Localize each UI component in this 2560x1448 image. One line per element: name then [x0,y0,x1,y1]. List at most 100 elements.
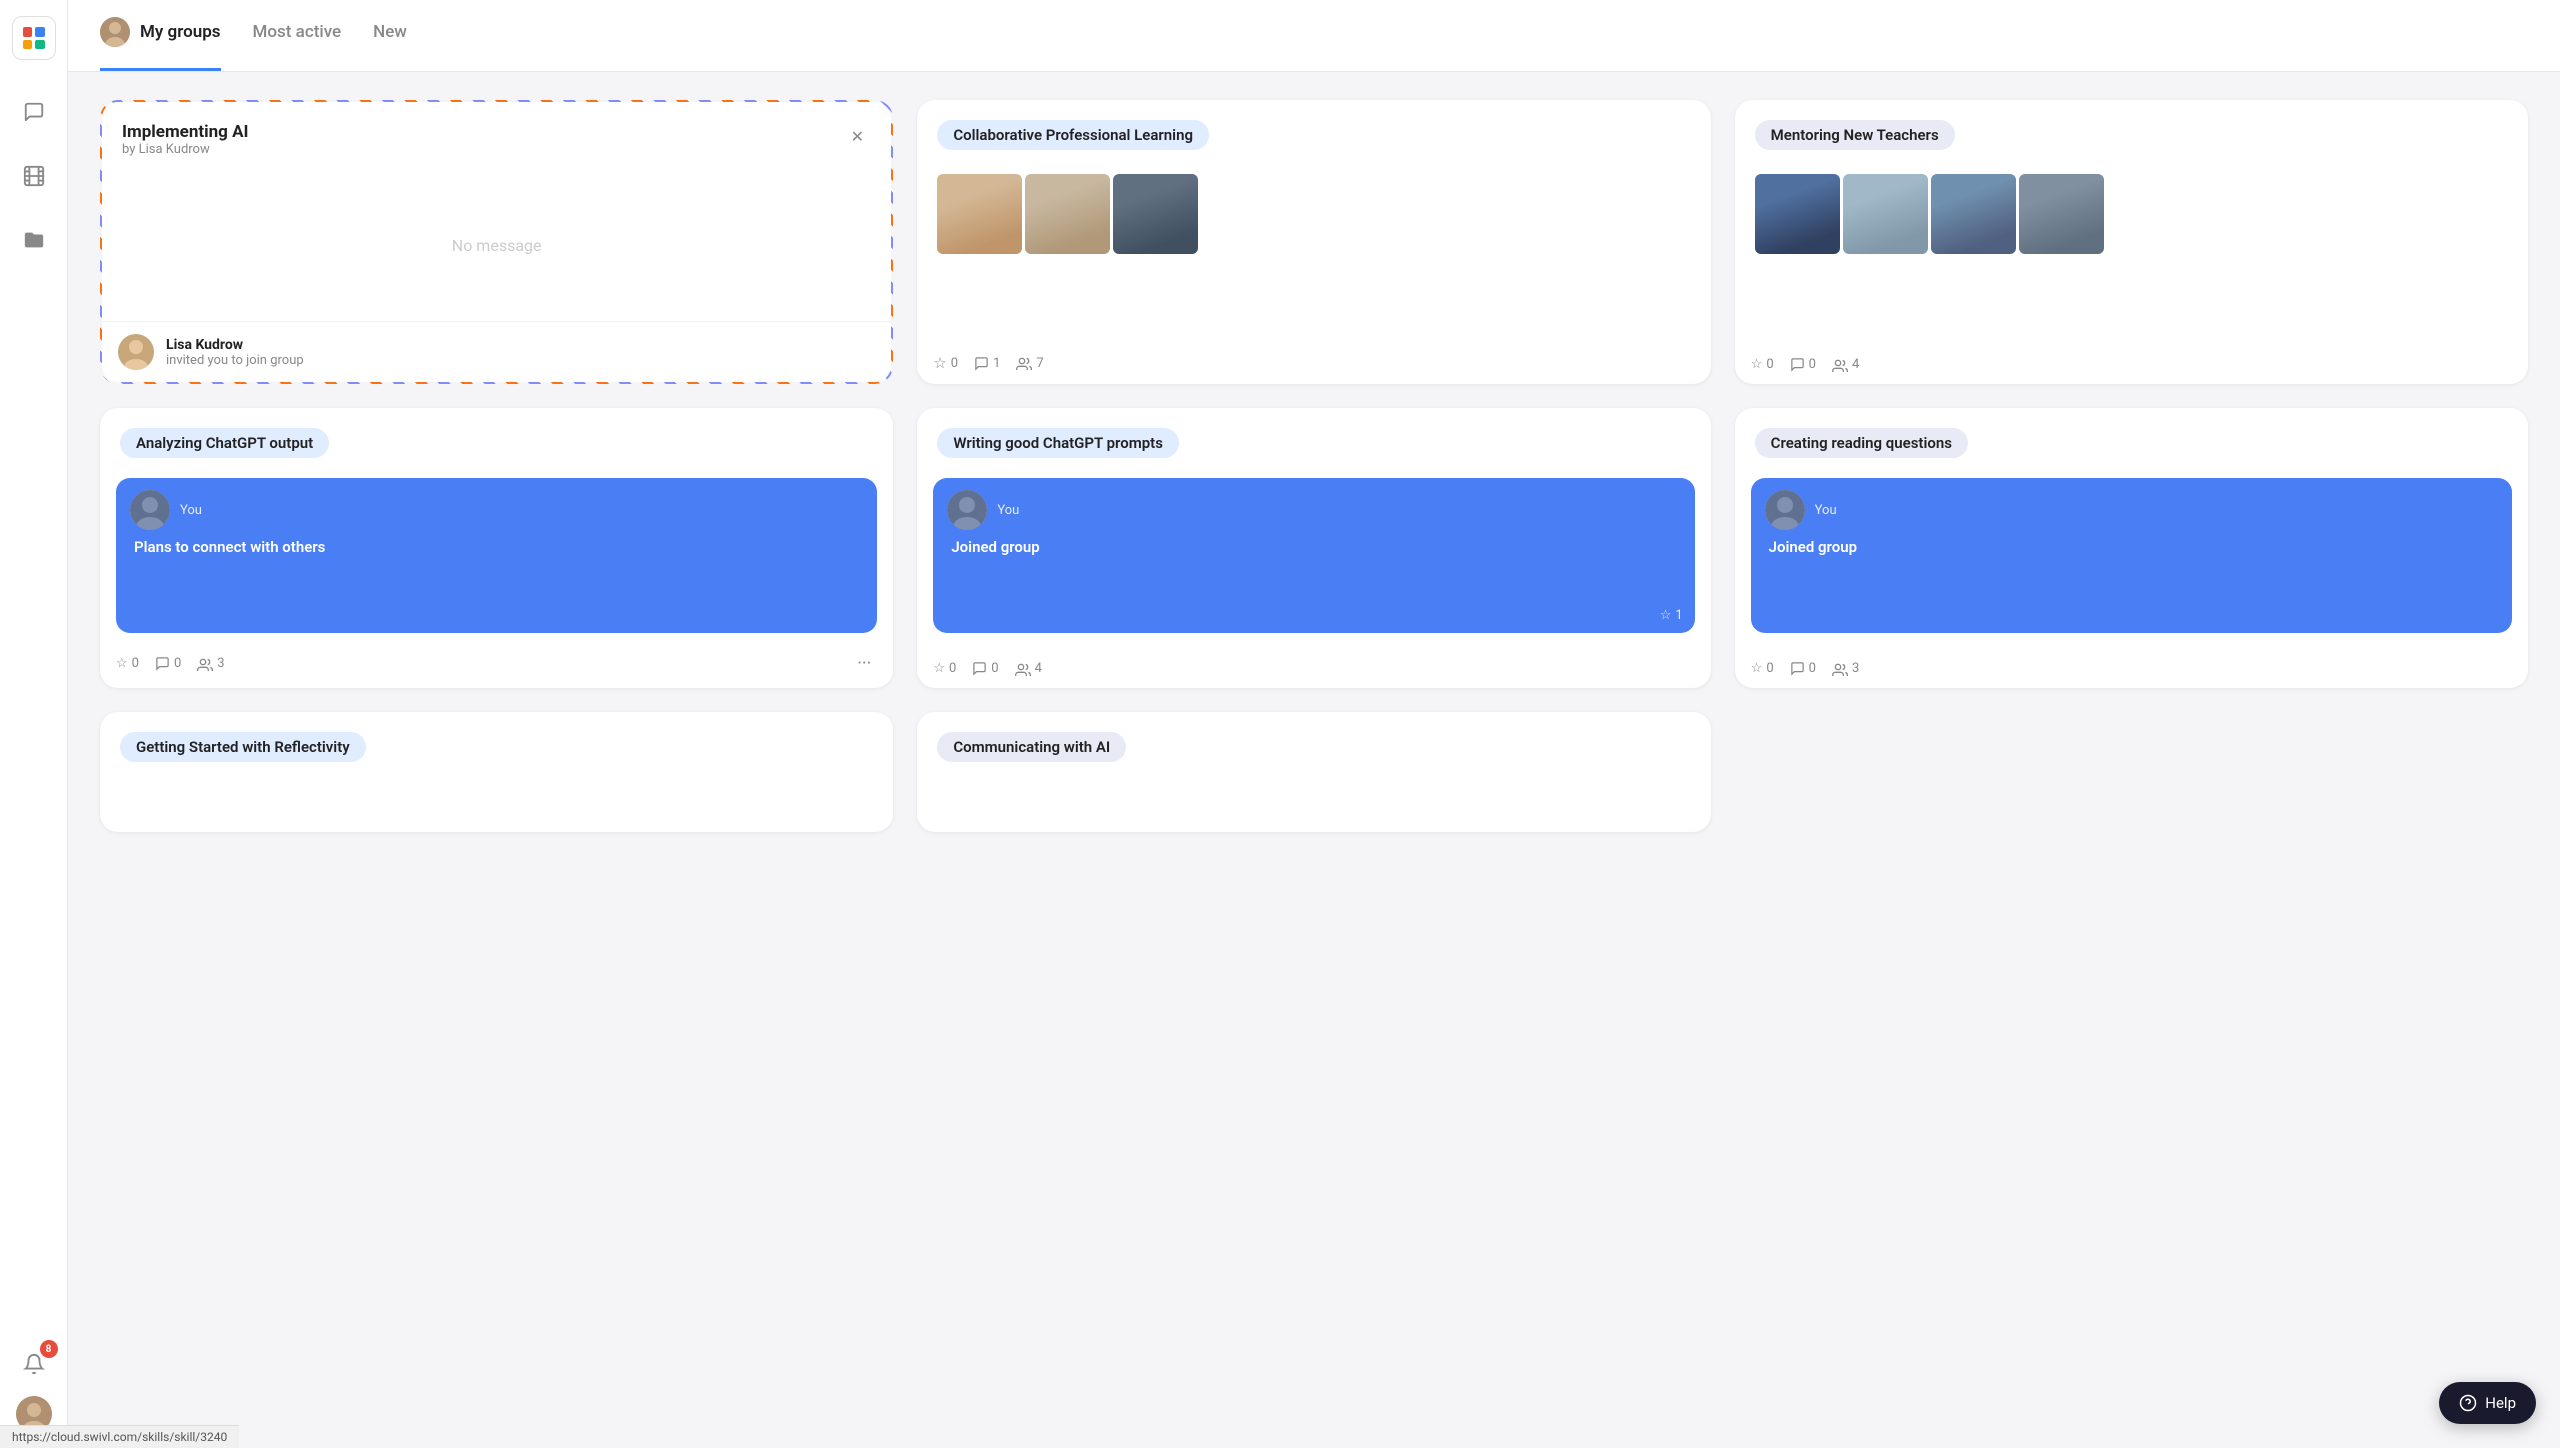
card-header-implementing-ai: Implementing AI by Lisa Kudrow ✕ [102,102,891,169]
inviter-avatar [118,334,154,370]
star-icon: ☆ [1751,661,1763,676]
card-title-badge: Writing good ChatGPT prompts [937,428,1179,458]
member-photo-1 [1755,174,1840,254]
star-stat: ☆ 0 [116,656,139,671]
comment-stat: 0 [155,656,181,671]
member-stat: 7 [1016,356,1043,371]
message-header: You [130,490,863,530]
message-avatar [947,490,987,530]
member-stat: 3 [1832,661,1859,676]
you-label: You [997,503,1019,518]
tab-my-groups[interactable]: My groups [100,0,221,71]
star-icon: ☆ [1660,608,1672,623]
star-icon: ☆ [933,661,945,676]
card-title-badge: Communicating with AI [937,732,1126,762]
comment-count: 0 [1809,357,1816,372]
message-header: You [947,490,1680,530]
notification-bell[interactable]: 8 [14,1344,54,1384]
main-content: My groups Most active New Implementing A… [68,0,2560,1448]
card-subtitle: by Lisa Kudrow [122,142,249,157]
members-photos [1735,162,2528,262]
card-header: Mentoring New Teachers [1735,100,2528,162]
star-count: 0 [949,661,956,676]
star-count: 0 [951,356,958,371]
member-count: 4 [1035,661,1042,676]
help-label: Help [2485,1394,2516,1412]
invite-footer: Lisa Kudrow invited you to join group [102,321,891,382]
star-icon: ☆ [116,656,128,671]
comment-count: 0 [991,661,998,676]
card-creating-reading-questions: Creating reading questions You [1735,408,2528,688]
card-title-badge: Analyzing ChatGPT output [120,428,329,458]
star-count: 0 [132,656,139,671]
url-bar: https://cloud.swivl.com/skills/skill/324… [0,1425,239,1448]
inviter-action: invited you to join group [166,353,304,368]
card-mentoring-new-teachers: Mentoring New Teachers ☆ 0 0 [1735,100,2528,384]
card-stats: ☆ 0 1 7 [917,346,1710,384]
star-count: 1 [1675,608,1682,623]
star-count: 0 [1766,357,1773,372]
you-label: You [1815,503,1837,518]
tab-new[interactable]: New [373,0,407,71]
card-title-badge: Creating reading questions [1755,428,1968,458]
card-header: Communicating with AI [917,712,1710,774]
member-photo-3 [1931,174,2016,254]
message-avatar [130,490,170,530]
member-photo-2 [1843,174,1928,254]
star-stat: ☆ 0 [933,661,956,676]
member-photo-1 [937,174,1022,254]
message-avatar [1765,490,1805,530]
card-title: Implementing AI [122,122,249,142]
message-card: You Plans to connect with others [116,478,877,633]
card-stats: ☆ 0 0 4 [917,653,1710,688]
star-icon: ☆ [1751,357,1763,372]
card-stats: ☆ 0 0 3 [1735,653,2528,688]
member-stat: 4 [1832,357,1859,372]
card-header: Analyzing ChatGPT output [100,408,893,470]
members-photos [917,162,1710,262]
sidebar: 8 [0,0,68,1448]
card-title-badge: Mentoring New Teachers [1755,120,1955,150]
message-header: You [1765,490,2498,530]
chat-icon[interactable] [14,92,54,132]
star-icon: ☆ [933,354,946,372]
notification-badge: 8 [40,1340,58,1358]
card-analyzing-chatgpt-output: Analyzing ChatGPT output You Pl [100,408,893,688]
member-stat: 3 [197,656,224,671]
tabs-bar: My groups Most active New [68,0,2560,72]
card-stats: ☆ 0 0 4 [1735,349,2528,384]
comment-stat: 0 [1790,661,1816,676]
more-button[interactable]: ··· [851,651,877,676]
no-message-label: No message [102,169,891,321]
member-count: 7 [1036,356,1043,371]
message-text: Plans to connect with others [130,538,863,556]
tab-most-active[interactable]: Most active [253,0,342,71]
card-communicating-ai: Communicating with AI [917,712,1710,832]
you-label: You [180,503,202,518]
message-card: You Joined group [1751,478,2512,633]
comment-count: 1 [993,356,1000,371]
film-icon[interactable] [14,156,54,196]
message-text: Joined group [1765,538,2498,556]
member-photo-2 [1025,174,1110,254]
star-count: 0 [1766,661,1773,676]
member-count: 3 [1852,661,1859,676]
card-implementing-ai: Implementing AI by Lisa Kudrow ✕ No mess… [100,100,893,384]
help-button[interactable]: Help [2439,1382,2536,1424]
card-header: Getting Started with Reflectivity [100,712,893,774]
card-header: Collaborative Professional Learning [917,100,1710,162]
star-stat: ☆ 0 [1751,357,1774,372]
groups-grid: Implementing AI by Lisa Kudrow ✕ No mess… [68,72,2560,1448]
inviter-name: Lisa Kudrow [166,337,304,353]
member-count: 4 [1852,357,1859,372]
star-row: ☆ 1 [1660,608,1683,623]
folder-icon[interactable] [14,220,54,260]
card-stats: ☆ 0 0 3 ··· [100,643,893,688]
app-logo[interactable] [12,16,56,60]
comment-count: 0 [174,656,181,671]
card-header: Writing good ChatGPT prompts [917,408,1710,470]
member-count: 3 [217,656,224,671]
close-button[interactable]: ✕ [843,122,871,150]
tab-most-active-label: Most active [253,22,342,42]
comment-count: 0 [1809,661,1816,676]
